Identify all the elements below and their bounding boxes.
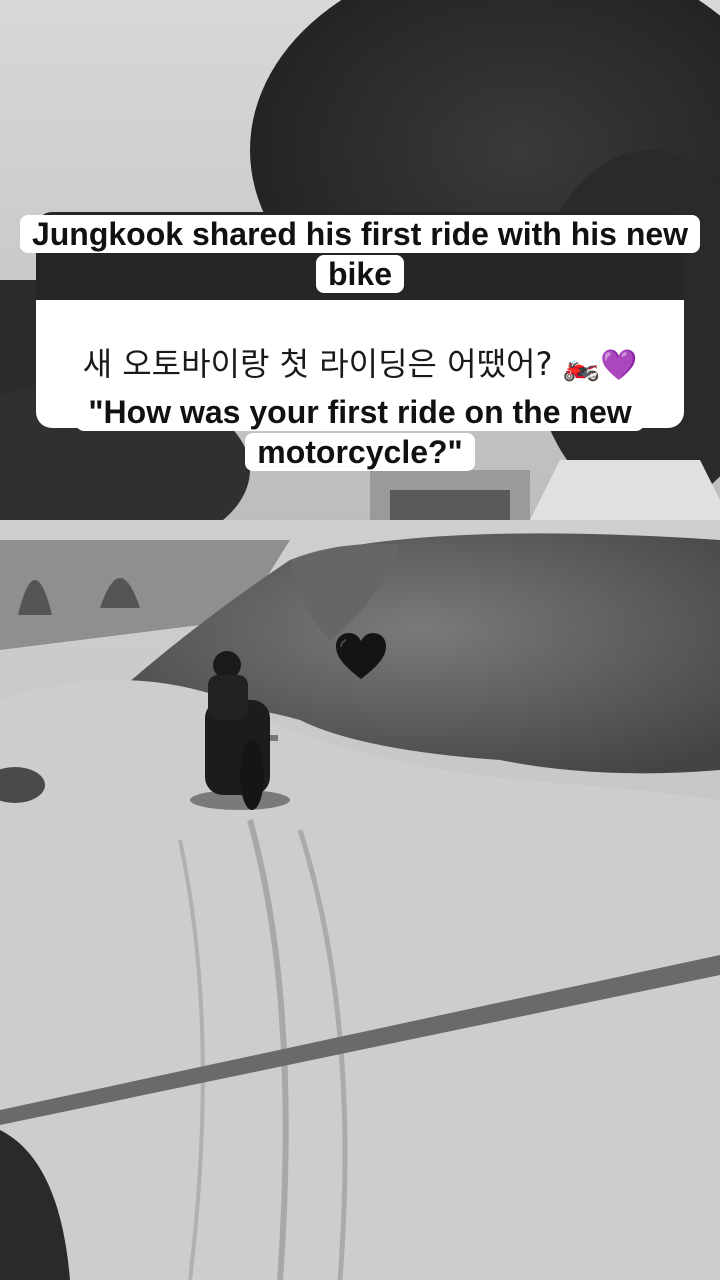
korean-question: 새 오토바이랑 첫 라이딩은 어땠어? 🏍️💜 [36,342,684,388]
caption-title: Jungkook shared his first ride with his … [0,214,720,294]
caption-title-text: Jungkook shared his first ride with his … [19,215,701,293]
english-translation: "How was your first ride on the new moto… [0,392,720,472]
english-translation-text: "How was your first ride on the new moto… [76,393,644,471]
motorcycle-heart-emoji: 🏍️💜 [562,348,638,383]
black-heart-icon [334,632,388,682]
korean-question-text: 새 오토바이랑 첫 라이딩은 어땠어? [82,345,553,383]
